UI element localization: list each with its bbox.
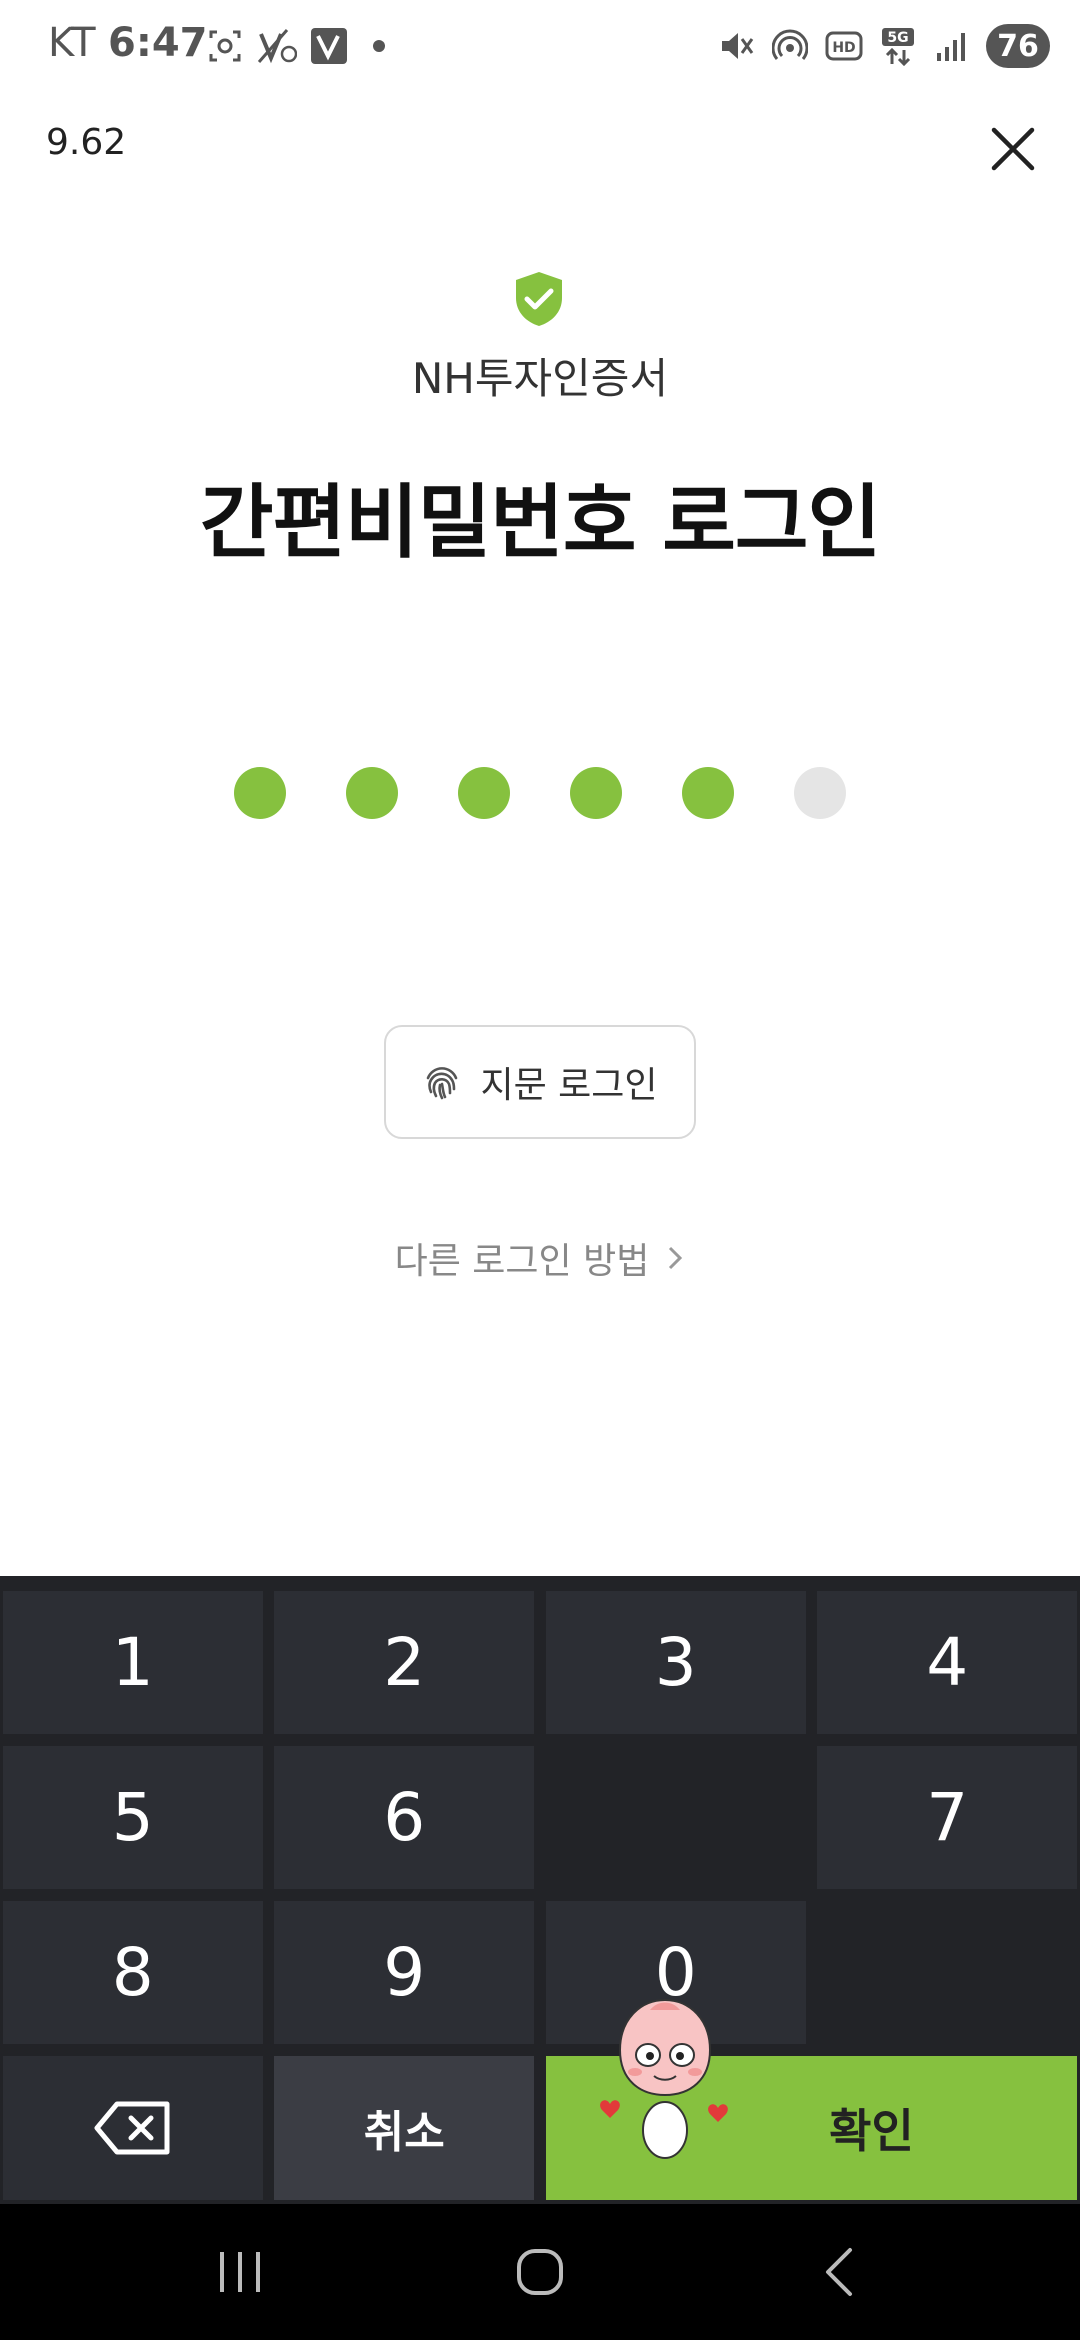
digit-key-7[interactable]: 7 [817,1746,1077,1890]
screenshot-icon [205,26,245,66]
app-version: 9.62 [46,122,127,163]
digit-key-2[interactable]: 2 [274,1590,535,1735]
pin-dot [458,767,510,819]
v-app-icon [309,26,349,66]
pin-indicator [234,767,846,819]
confirm-label: 확인 [829,2103,914,2158]
notification-dot [373,40,385,52]
hd-icon: HD [824,26,864,66]
pin-dot [570,767,622,819]
pin-dot [682,767,734,819]
status-time: 6:47 [108,20,208,66]
mascot-sticker [590,1990,740,2160]
recent-apps-button[interactable] [210,2242,270,2302]
carrier-label: KT [48,20,96,66]
other-login-link[interactable]: 다른 로그인 방법 [0,1232,1080,1284]
fingerprint-icon [427,1067,458,1100]
status-icons-left [205,26,385,66]
chevron-right-icon [669,1246,683,1270]
pin-dot [794,767,846,819]
close-icon [991,127,1035,171]
blank-key[interactable] [817,1901,1077,2045]
shield-check-icon [512,270,566,328]
close-button[interactable] [986,122,1040,176]
5g-icon: 5G [878,26,918,66]
back-icon [826,2248,852,2296]
recent-apps-icon [220,2252,260,2292]
digit-key-5[interactable]: 5 [2,1746,263,1890]
digit-key-6[interactable]: 6 [274,1746,535,1890]
digit-key-4[interactable]: 4 [817,1590,1077,1735]
back-button[interactable] [812,2242,872,2302]
status-icons-right: HD 5G 76 [716,24,1050,68]
system-nav-bar [0,2204,1080,2340]
digit-key-8[interactable]: 8 [2,1901,263,2045]
other-login-label: 다른 로그인 방법 [394,1241,650,1282]
blank-key[interactable] [545,1746,806,1890]
secure-keypad: 취소 확인 1234567890 [0,1576,1080,2204]
pin-dot [234,767,286,819]
page-title: 간편비밀번호 로그인 [199,476,881,569]
digit-key-3[interactable]: 3 [545,1590,806,1735]
mute-icon [716,26,756,66]
home-icon [517,2249,563,2295]
battery-icon: 76 [986,24,1050,68]
status-bar: KT 6:47 HD 5G 76 [0,0,1080,100]
pin-dot [346,767,398,819]
home-button[interactable] [510,2242,570,2302]
svg-text:HD: HD [832,40,855,56]
cancel-key[interactable]: 취소 [274,2056,535,2200]
digit-key-1[interactable]: 1 [2,1590,263,1735]
backspace-icon [94,2101,170,2155]
digit-key-9[interactable]: 9 [274,1901,535,2045]
fingerprint-login-label: 지문 로그인 [480,1065,658,1106]
data-off-icon [257,26,297,66]
hotspot-icon [770,26,810,66]
svg-text:5G: 5G [887,30,908,46]
certificate-name: NH투자인증서 [411,354,669,403]
signal-icon [932,26,972,66]
backspace-key[interactable] [2,2056,263,2200]
fingerprint-login-button[interactable]: 지문 로그인 [384,1025,696,1139]
